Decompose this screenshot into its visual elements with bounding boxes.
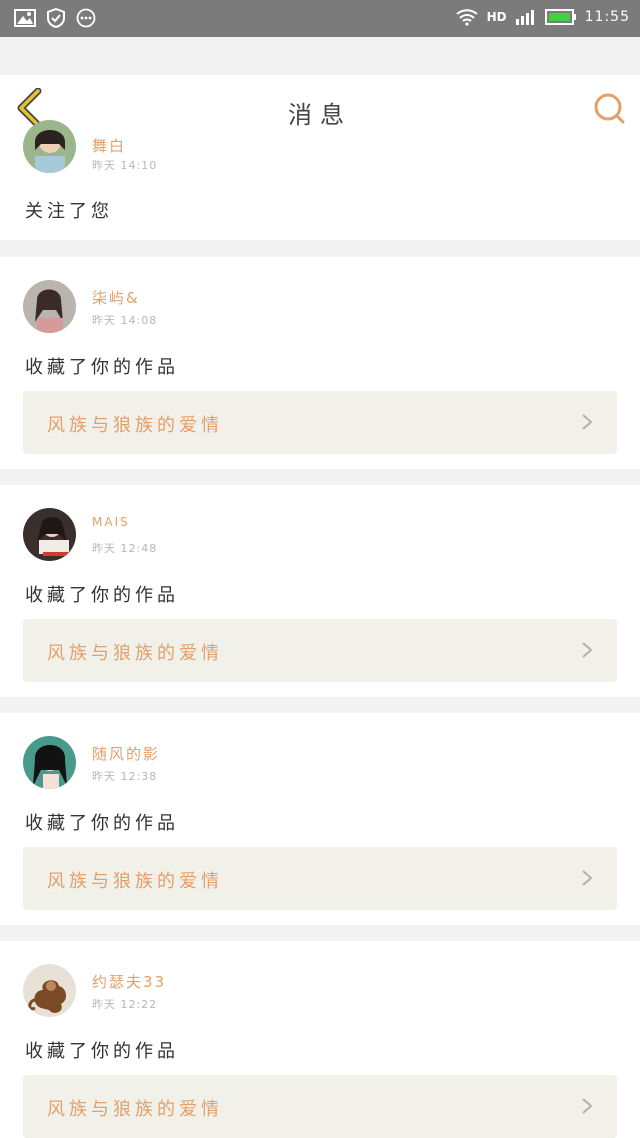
action-text: 关注了您	[25, 201, 113, 222]
action-text: 收藏了你的作品	[25, 1041, 179, 1062]
notification-card: MAIS 昨天 12:48 收藏了你的作品 风族与狼族的爱情	[0, 485, 640, 697]
username[interactable]: 舞白	[92, 135, 126, 156]
timestamp: 昨天 14:08	[92, 314, 158, 327]
work-link[interactable]: 风族与狼族的爱情	[23, 1075, 617, 1138]
chevron-right-icon	[582, 870, 593, 886]
status-right: HD 11:55	[455, 8, 630, 26]
notification-card: 随风的影 昨天 12:38 收藏了你的作品 风族与狼族的爱情	[0, 713, 640, 925]
action-text: 收藏了你的作品	[25, 357, 179, 378]
clock: 11:55	[584, 9, 630, 25]
status-left	[14, 8, 96, 28]
timestamp: 昨天 12:22	[92, 998, 158, 1011]
avatar[interactable]	[23, 280, 76, 333]
work-link[interactable]: 风族与狼族的爱情	[23, 619, 617, 682]
avatar-girl-icon	[23, 508, 76, 561]
work-title: 风族与狼族的爱情	[47, 643, 223, 664]
avatar[interactable]	[23, 736, 76, 789]
signal-icon	[515, 10, 534, 25]
notification-card: 约瑟夫33 昨天 12:22 收藏了你的作品 风族与狼族的爱情	[0, 941, 640, 1138]
battery-icon	[544, 9, 576, 25]
username[interactable]: 随风的影	[92, 743, 160, 764]
chevron-right-icon	[582, 642, 593, 658]
work-link[interactable]: 风族与狼族的爱情	[23, 391, 617, 454]
title-bar: 消息	[0, 75, 640, 143]
avatar-girl-icon	[23, 120, 76, 173]
username[interactable]: 柒屿&	[92, 287, 140, 308]
avatar-anime-girl-icon	[23, 736, 76, 789]
more-dots-icon	[76, 8, 96, 28]
timestamp: 昨天 12:38	[92, 770, 158, 783]
chevron-right-icon	[582, 1098, 593, 1114]
status-bar: HD 11:55	[0, 0, 640, 37]
notification-card: 舞白 昨天 14:10 关注了您	[0, 120, 640, 240]
action-text: 收藏了你的作品	[25, 813, 179, 834]
work-title: 风族与狼族的爱情	[47, 1099, 223, 1120]
avatar[interactable]	[23, 964, 76, 1017]
username[interactable]: 约瑟夫33	[92, 971, 166, 992]
avatar[interactable]	[23, 120, 76, 173]
work-title: 风族与狼族的爱情	[47, 871, 223, 892]
avatar-girl-icon	[23, 280, 76, 333]
page-title: 消息	[288, 101, 352, 129]
shield-icon	[47, 8, 65, 28]
timestamp: 昨天 14:10	[92, 159, 158, 172]
search-icon	[594, 93, 625, 124]
chevron-right-icon	[582, 414, 593, 430]
notification-card: 柒屿& 昨天 14:08 收藏了你的作品 风族与狼族的爱情	[0, 257, 640, 469]
search-button[interactable]	[592, 91, 626, 125]
action-text: 收藏了你的作品	[25, 585, 179, 606]
network-type-label: HD	[486, 10, 507, 24]
avatar[interactable]	[23, 508, 76, 561]
avatar-monkey-icon	[23, 964, 76, 1017]
work-title: 风族与狼族的爱情	[47, 415, 223, 436]
gallery-icon	[14, 9, 36, 27]
work-link[interactable]: 风族与狼族的爱情	[23, 847, 617, 910]
timestamp: 昨天 12:48	[92, 542, 158, 555]
wifi-icon	[455, 9, 478, 26]
username[interactable]: MAIS	[92, 515, 130, 529]
